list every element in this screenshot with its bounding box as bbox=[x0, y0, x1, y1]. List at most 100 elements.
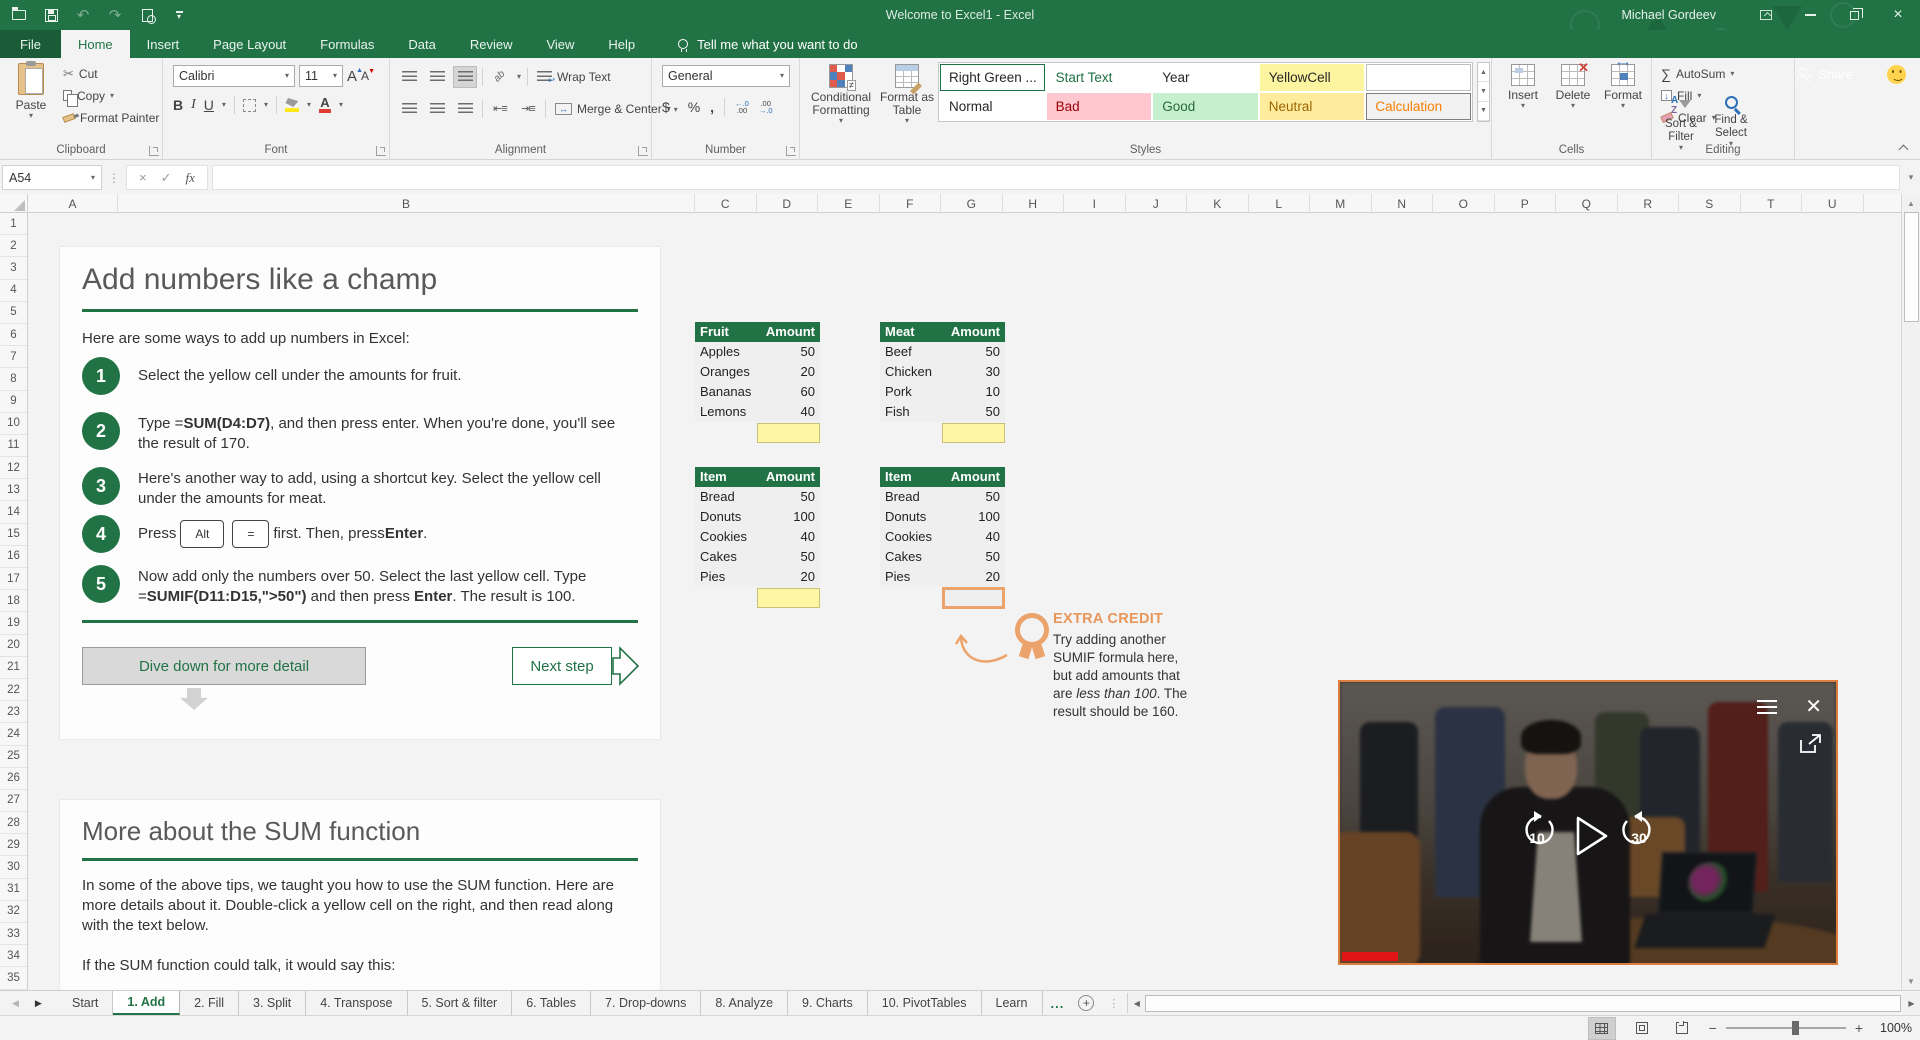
page-break-view-icon[interactable] bbox=[1669, 1018, 1695, 1039]
feedback-smiley-icon[interactable] bbox=[1887, 64, 1906, 84]
vertical-scroll-thumb[interactable] bbox=[1904, 212, 1919, 322]
style-neutral[interactable]: Neutral bbox=[1259, 93, 1365, 120]
user-name[interactable]: Michael Gordeev bbox=[1622, 8, 1717, 22]
column-header-B[interactable]: B bbox=[118, 194, 695, 213]
cancel-entry-icon[interactable]: × bbox=[139, 170, 147, 185]
normal-view-icon[interactable] bbox=[1587, 1016, 1616, 1040]
sheet-tab-10-pivottables[interactable]: 10. PivotTables bbox=[868, 991, 982, 1015]
wrap-text-button[interactable]: Wrap Text bbox=[534, 66, 614, 87]
paste-button[interactable]: Paste ▾ bbox=[8, 61, 54, 120]
fill-color-caret[interactable]: ▾ bbox=[307, 101, 311, 109]
vertical-scrollbar[interactable]: ▲ ▼ bbox=[1901, 194, 1920, 990]
table-row[interactable]: Pies 20 bbox=[880, 567, 1005, 587]
column-header-S[interactable]: S bbox=[1679, 194, 1741, 213]
row-header-21[interactable]: 21 bbox=[0, 657, 27, 679]
video-popout-icon[interactable] bbox=[1800, 734, 1822, 754]
copy-button[interactable]: Copy ▾ bbox=[60, 85, 162, 107]
align-center-icon[interactable] bbox=[426, 99, 448, 119]
row-header-30[interactable]: 30 bbox=[0, 856, 27, 879]
underline-caret[interactable]: ▾ bbox=[222, 101, 226, 109]
row-header-34[interactable]: 34 bbox=[0, 945, 27, 968]
open-icon[interactable] bbox=[10, 6, 28, 24]
expand-formula-bar-icon[interactable]: ▾ bbox=[1902, 172, 1920, 183]
row-header-12[interactable]: 12 bbox=[0, 457, 27, 480]
row-header-27[interactable]: 27 bbox=[0, 790, 27, 813]
table-row[interactable]: Donuts 100 bbox=[880, 507, 1005, 527]
ribbon-tab-formulas[interactable]: Formulas bbox=[303, 30, 391, 58]
currency-icon[interactable]: $ ▾ bbox=[662, 99, 678, 115]
zoom-slider[interactable] bbox=[1725, 1021, 1846, 1035]
redo-icon[interactable]: ↷ bbox=[106, 6, 124, 24]
row-header-11[interactable]: 11 bbox=[0, 435, 27, 458]
bold-button[interactable]: B bbox=[173, 97, 183, 113]
row-header-22[interactable]: 22 bbox=[0, 679, 27, 702]
align-left-icon[interactable] bbox=[398, 99, 420, 119]
row-header-5[interactable]: 5 bbox=[0, 302, 27, 324]
collapse-ribbon-icon[interactable] bbox=[1898, 143, 1908, 153]
ribbon-tab-review[interactable]: Review bbox=[453, 30, 530, 58]
video-forward-30-icon[interactable]: 30 bbox=[1622, 811, 1651, 846]
column-header-H[interactable]: H bbox=[1003, 194, 1064, 213]
sheet-tab-3-split[interactable]: 3. Split bbox=[239, 991, 307, 1015]
ribbon-tab-data[interactable]: Data bbox=[391, 30, 452, 58]
table-row[interactable]: Bread 50 bbox=[695, 487, 820, 507]
row-header-8[interactable]: 8 bbox=[0, 368, 27, 391]
borders-icon[interactable] bbox=[242, 98, 256, 112]
column-header-A[interactable]: A bbox=[28, 194, 118, 213]
ribbon-tab-home[interactable]: Home bbox=[60, 30, 130, 58]
sheet-tab-2-fill[interactable]: 2. Fill bbox=[180, 991, 240, 1015]
new-sheet-button[interactable]: + bbox=[1072, 991, 1100, 1015]
undo-icon[interactable]: ↶ bbox=[74, 6, 92, 24]
format-as-table-button[interactable]: Format as Table ▾ bbox=[876, 64, 938, 125]
number-dialog-launcher[interactable] bbox=[786, 146, 796, 156]
scroll-right-icon[interactable]: ▶ bbox=[1903, 999, 1920, 1008]
column-header-I[interactable]: I bbox=[1064, 194, 1126, 213]
align-middle-icon[interactable] bbox=[426, 67, 448, 87]
name-box[interactable]: A54 ▾ bbox=[2, 165, 102, 190]
style-start-text[interactable]: Start Text bbox=[1046, 64, 1152, 91]
table-row[interactable]: Cookies 40 bbox=[695, 527, 820, 547]
row-header-14[interactable]: 14 bbox=[0, 501, 27, 524]
table-row[interactable]: Cakes 50 bbox=[880, 547, 1005, 567]
style-yellowcell[interactable]: YellowCell bbox=[1259, 64, 1365, 91]
style-normal[interactable]: Normal bbox=[940, 93, 1045, 120]
autosum-button[interactable]: ∑ AutoSum ▾ bbox=[1658, 63, 1737, 84]
row-header-29[interactable]: 29 bbox=[0, 834, 27, 857]
column-header-Q[interactable]: Q bbox=[1556, 194, 1618, 213]
video-progress-bar[interactable] bbox=[1342, 952, 1398, 961]
row-header-2[interactable]: 2 bbox=[0, 235, 27, 258]
row-header-6[interactable]: 6 bbox=[0, 324, 27, 347]
column-header-K[interactable]: K bbox=[1187, 194, 1249, 213]
clipboard-dialog-launcher[interactable] bbox=[149, 146, 159, 156]
row-header-19[interactable]: 19 bbox=[0, 612, 27, 635]
ribbon-tab-file[interactable]: File bbox=[0, 30, 61, 58]
row-header-32[interactable]: 32 bbox=[0, 901, 27, 923]
column-header-F[interactable]: F bbox=[880, 194, 941, 213]
ribbon-tab-insert[interactable]: Insert bbox=[130, 30, 197, 58]
tell-me-box[interactable]: Tell me what you want to do bbox=[678, 30, 858, 58]
column-header-J[interactable]: J bbox=[1126, 194, 1187, 213]
close-icon[interactable]: × bbox=[1876, 0, 1920, 30]
percent-icon[interactable]: % bbox=[688, 99, 700, 115]
shrink-font-icon[interactable]: A ▼ bbox=[361, 68, 375, 83]
row-header-1[interactable]: 1 bbox=[0, 213, 27, 236]
borders-caret[interactable]: ▾ bbox=[264, 101, 268, 109]
sheet-tab-8-analyze[interactable]: 8. Analyze bbox=[701, 991, 789, 1015]
page-layout-view-icon[interactable] bbox=[1629, 1018, 1655, 1039]
table-row[interactable]: Bananas 60 bbox=[695, 382, 820, 402]
sheet-tab-5-sort-filter[interactable]: 5. Sort & filter bbox=[408, 991, 513, 1015]
row-header-24[interactable]: 24 bbox=[0, 723, 27, 746]
style-good[interactable]: Good bbox=[1153, 93, 1258, 120]
yellow-formula-cell[interactable] bbox=[942, 423, 1005, 443]
column-header-G[interactable]: G bbox=[941, 194, 1003, 213]
column-header-T[interactable]: T bbox=[1741, 194, 1802, 213]
font-dialog-launcher[interactable] bbox=[376, 146, 386, 156]
row-header-17[interactable]: 17 bbox=[0, 568, 27, 591]
row-header-10[interactable]: 10 bbox=[0, 413, 27, 435]
row-header-7[interactable]: 7 bbox=[0, 346, 27, 369]
conditional-formatting-button[interactable]: Conditional Formatting▾ bbox=[808, 64, 874, 125]
table-row[interactable]: Cakes 50 bbox=[695, 547, 820, 567]
styles-gallery-scroll[interactable]: ▲ ▼ ▼ bbox=[1477, 62, 1490, 122]
column-header-O[interactable]: O bbox=[1433, 194, 1495, 213]
align-right-icon[interactable] bbox=[454, 99, 476, 119]
